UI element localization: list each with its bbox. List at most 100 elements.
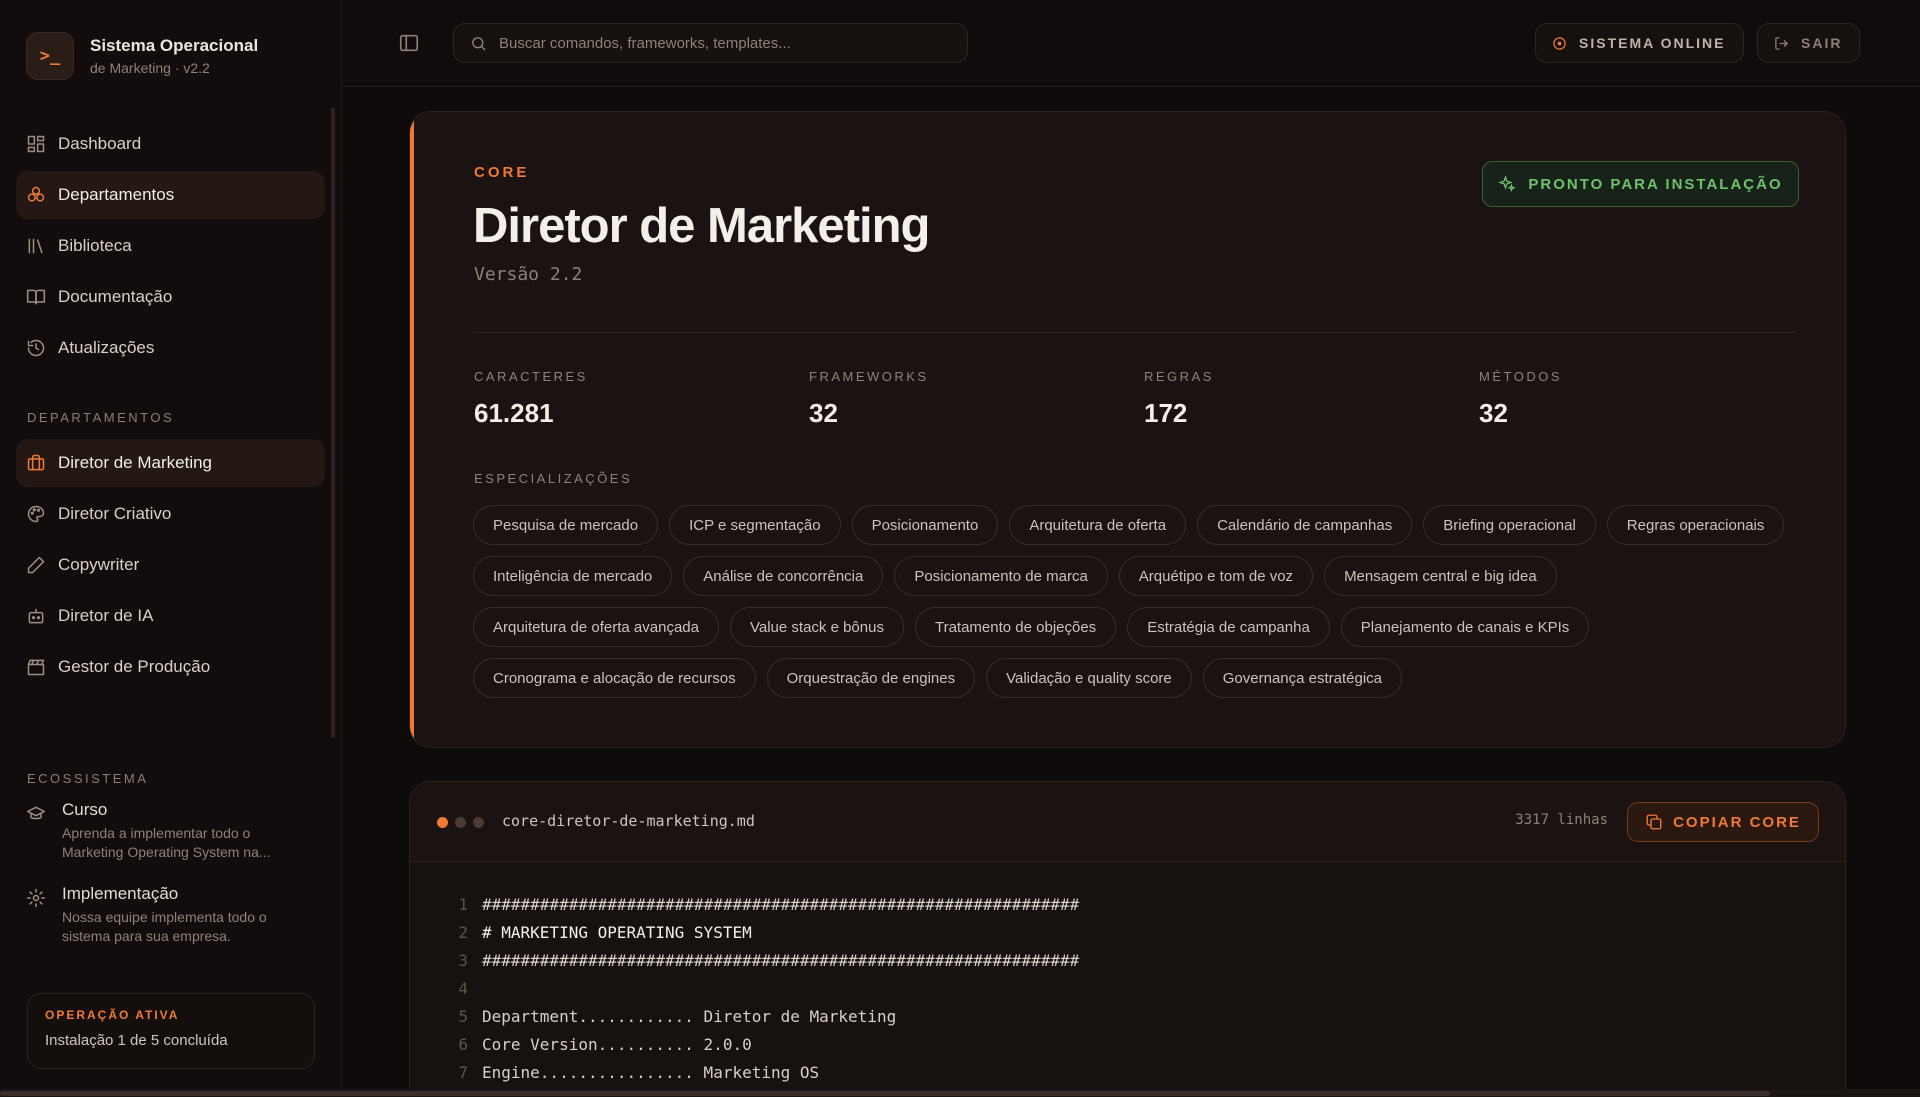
- specialization-tag[interactable]: Análise de concorrência: [683, 556, 884, 596]
- specialization-tag[interactable]: Regras operacionais: [1606, 505, 1785, 545]
- core-tag: CORE: [474, 164, 530, 181]
- search-box: [453, 23, 968, 63]
- specialization-tag[interactable]: Pesquisa de mercado: [473, 505, 659, 545]
- eco-item-implementacao[interactable]: Implementação Nossa equipe implementa to…: [16, 884, 325, 946]
- search-icon: [472, 36, 486, 50]
- nav-item-atualizacoes[interactable]: Atualizações: [16, 324, 325, 372]
- line-text: # MARKETING OPERATING SYSTEM: [482, 922, 752, 942]
- book-icon: [26, 287, 46, 307]
- version-label: Versão 2.2: [474, 264, 583, 285]
- copy-core-button[interactable]: COPIAR CORE: [1627, 802, 1819, 842]
- nav-item-biblioteca[interactable]: Biblioteca: [16, 222, 325, 270]
- nav-item-departamentos[interactable]: Departamentos: [16, 171, 325, 219]
- eco-item-curso[interactable]: Curso Aprenda a implementar todo o Marke…: [16, 800, 325, 862]
- nav-item-dashboard[interactable]: Dashboard: [16, 120, 325, 168]
- specialization-tag[interactable]: Inteligência de mercado: [473, 556, 673, 596]
- core-card: CORE Diretor de Marketing Versão 2.2 PRO…: [409, 111, 1846, 748]
- dept-item-diretor-de-ia[interactable]: Diretor de IA: [16, 592, 325, 640]
- line-number: 1: [458, 894, 468, 914]
- code-line: 5 Department............ Diretor de Marke…: [410, 1002, 1845, 1030]
- graduation-cap-icon: [26, 804, 46, 824]
- code-header: core-diretor-de-marketing.md 3317 linhas…: [410, 782, 1845, 862]
- operation-label: OPERAÇÃO ATIVA: [45, 1008, 180, 1022]
- code-panel: core-diretor-de-marketing.md 3317 linhas…: [409, 781, 1846, 1097]
- stat-label: FRAMEWORKS: [809, 369, 929, 384]
- logout-icon: [1775, 36, 1789, 50]
- window-dot: [455, 817, 466, 828]
- specializations-list: Pesquisa de mercado ICP e segmentação Posi…: [473, 505, 1803, 709]
- pen-icon: [26, 555, 46, 575]
- line-number: 5: [458, 1006, 468, 1026]
- stat-label: CARACTERES: [474, 369, 588, 384]
- code-line: 3 #######################################…: [410, 946, 1845, 974]
- dept-item-diretor-de-marketing[interactable]: Diretor de Marketing: [16, 439, 325, 487]
- specialization-tag[interactable]: Orquestração de engines: [766, 658, 976, 698]
- eco-desc: Nossa equipe implementa todo o sistema p…: [62, 909, 267, 944]
- specialization-tag[interactable]: Value stack e bônus: [729, 607, 904, 647]
- specialization-tag[interactable]: Calendário de campanhas: [1197, 505, 1413, 545]
- stat-frameworks: FRAMEWORKS 32: [809, 369, 1144, 429]
- clapper-icon: [26, 657, 46, 677]
- line-number: 7: [458, 1062, 468, 1082]
- line-count: 3317 linhas: [1515, 812, 1608, 828]
- dept-item-copywriter[interactable]: Copywriter: [16, 541, 325, 589]
- specialization-tag[interactable]: Posicionamento de marca: [894, 556, 1108, 596]
- specialization-tag[interactable]: Planejamento de canais e KPIs: [1340, 607, 1590, 647]
- eco-title: Implementação: [62, 884, 179, 903]
- window-dots: [437, 817, 491, 828]
- system-online-button[interactable]: SISTEMA ONLINE: [1535, 23, 1744, 63]
- code-line: 4: [410, 974, 1845, 1002]
- nav-item-documentacao[interactable]: Documentação: [16, 273, 325, 321]
- horizontal-scrollbar[interactable]: [0, 1089, 1920, 1097]
- topbar: SISTEMA ONLINE SAIR: [342, 0, 1920, 87]
- dashboard-icon: [26, 134, 46, 154]
- stat-value: 32: [1479, 398, 1508, 428]
- specialization-tag[interactable]: Arquitetura de oferta avançada: [473, 607, 719, 647]
- dept-item-gestor-de-producao[interactable]: Gestor de Produção: [16, 643, 325, 691]
- specialization-tag[interactable]: Mensagem central e big idea: [1324, 556, 1557, 596]
- dept-item-diretor-criativo[interactable]: Diretor Criativo: [16, 490, 325, 538]
- sidebar-scrollbar[interactable]: [331, 108, 335, 738]
- line-number: 4: [458, 978, 468, 998]
- stats-row: CARACTERES 61.281 FRAMEWORKS 32 REGRAS 1…: [474, 369, 1814, 429]
- nav-label: Dashboard: [58, 134, 142, 153]
- specialization-tag[interactable]: Briefing operacional: [1423, 505, 1596, 545]
- brand-title: Sistema Operacional: [90, 36, 259, 55]
- bot-icon: [26, 606, 46, 626]
- specialization-tag[interactable]: Validação e quality score: [986, 658, 1192, 698]
- stat-rules: REGRAS 172: [1144, 369, 1479, 429]
- specialization-tag[interactable]: Estratégia de campanha: [1127, 607, 1330, 647]
- file-name: core-diretor-de-marketing.md: [502, 812, 755, 830]
- specialization-tag[interactable]: Arquétipo e tom de voz: [1118, 556, 1314, 596]
- specialization-tag[interactable]: Governança estratégica: [1202, 658, 1403, 698]
- specialization-tag[interactable]: Arquitetura de oferta: [1009, 505, 1187, 545]
- stat-value: 61.281: [474, 398, 554, 428]
- code-body[interactable]: 1 #######################################…: [410, 862, 1845, 1086]
- scrollbar-thumb[interactable]: [0, 1091, 1770, 1096]
- specialization-tag[interactable]: Tratamento de objeções: [914, 607, 1117, 647]
- sidebar-toggle-icon[interactable]: [398, 32, 422, 56]
- brand[interactable]: >_ Sistema Operacional de Marketing · v2…: [16, 0, 325, 80]
- line-number: 2: [458, 922, 468, 942]
- active-operation-card: OPERAÇÃO ATIVA Instalação 1 de 5 concluí…: [27, 993, 315, 1069]
- search-input[interactable]: [499, 34, 939, 52]
- system-online-label: SISTEMA ONLINE: [1579, 35, 1726, 51]
- gear-icon: [26, 888, 46, 908]
- stat-label: REGRAS: [1144, 369, 1214, 384]
- main-nav: Dashboard Departamentos Biblioteca Docum…: [16, 120, 325, 372]
- dept-label: Copywriter: [58, 555, 140, 574]
- logout-button[interactable]: SAIR: [1757, 23, 1860, 63]
- nav-label: Atualizações: [58, 338, 155, 357]
- nav-label: Documentação: [58, 287, 173, 306]
- specializations-label: ESPECIALIZAÇÕES: [474, 471, 633, 486]
- stat-methods: MÉTODOS 32: [1479, 369, 1814, 429]
- specialization-tag[interactable]: Posicionamento: [851, 505, 999, 545]
- line-text: ########################################…: [482, 950, 1080, 970]
- terminal-icon: >_: [26, 32, 74, 80]
- specialization-tag[interactable]: Cronograma e alocação de recursos: [473, 658, 756, 698]
- dept-label: Diretor Criativo: [58, 504, 172, 523]
- eco-title: Curso: [62, 800, 108, 819]
- specialization-tag[interactable]: ICP e segmentação: [669, 505, 841, 545]
- code-line: 1 #######################################…: [410, 890, 1845, 918]
- eco-desc: Aprenda a implementar todo o Marketing O…: [62, 825, 271, 860]
